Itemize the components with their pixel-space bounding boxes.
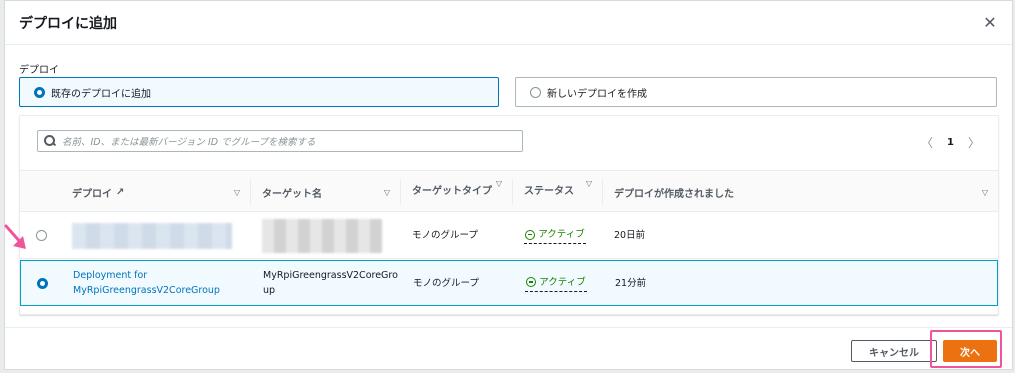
annotation-arrow-icon: [4, 224, 26, 249]
status-ok-icon: [526, 277, 537, 287]
column-label-deployment: デプロイ: [72, 188, 112, 200]
column-header-target-name[interactable]: ターゲット名 ▽: [250, 171, 400, 213]
target-name-cell: MyRpiGreengrassV2CoreGroup: [263, 270, 398, 296]
radio-selected-icon[interactable]: [34, 86, 45, 98]
status-ok-icon: [525, 229, 536, 240]
annotation-highlight-box: [930, 330, 1002, 368]
close-icon[interactable]: ✕: [980, 13, 1000, 33]
deployment-cell: [60, 213, 250, 258]
dialog-title: デプロイに追加: [19, 16, 117, 32]
row-select-cell[interactable]: [26, 213, 60, 258]
column-label-target-name: ターゲット名: [262, 188, 322, 200]
status-text: アクティブ: [539, 276, 586, 288]
deployment-section-label: デプロイ: [19, 65, 59, 76]
column-header-created[interactable]: デプロイが作成されました ▽: [602, 171, 998, 213]
sort-icon[interactable]: ▽: [234, 188, 240, 197]
external-link-icon: ↗: [116, 186, 125, 198]
redacted-target-name: [262, 218, 382, 253]
create-new-label: 新しいデプロイを作成: [547, 88, 647, 100]
status-text: アクティブ: [538, 229, 585, 240]
deployments-table-panel: 名前、ID、または最新バージョン ID でグループを検索する 〈 1 〉 デプロ…: [19, 115, 999, 315]
target-type-cell: モノのグループ: [412, 230, 478, 241]
radio-unselected-icon[interactable]: [530, 86, 541, 98]
column-header-deployment[interactable]: デプロイ ↗ ▽: [60, 171, 250, 213]
status-badge[interactable]: アクティブ: [524, 227, 586, 244]
dialog-header: デプロイに追加 ✕: [5, 1, 1012, 45]
column-header-target-type[interactable]: ターゲットタイプ ▽: [400, 171, 512, 213]
column-label-created: デプロイが作成されました: [614, 188, 734, 200]
chevron-right-icon[interactable]: 〉: [968, 134, 980, 151]
sort-icon[interactable]: ▽: [496, 179, 502, 188]
column-header-status[interactable]: ステータス ▽: [512, 171, 602, 213]
table-header: デプロイ ↗ ▽ ターゲット名 ▽ ターゲットタイプ ▽ ステータス ▽ デプロ…: [20, 170, 998, 212]
sort-icon[interactable]: ▽: [384, 188, 390, 197]
search-icon: [44, 135, 56, 147]
radio-selected-icon[interactable]: [37, 277, 48, 289]
deployment-link[interactable]: Deployment for MyRpiGreengrassV2CoreGrou…: [61, 261, 251, 305]
chevron-left-icon[interactable]: 〈: [921, 134, 933, 151]
page-number[interactable]: 1: [947, 137, 954, 148]
cancel-button[interactable]: キャンセル: [851, 340, 937, 362]
target-name-cell: [250, 213, 400, 258]
table-row[interactable]: モノのグループ アクティブ 20日前: [20, 213, 998, 259]
add-to-existing-deployment-option[interactable]: 既存のデプロイに追加: [19, 77, 499, 107]
sort-icon[interactable]: ▽: [982, 188, 988, 197]
search-placeholder: 名前、ID、または最新バージョン ID でグループを検索する: [62, 137, 316, 148]
table-row-selected[interactable]: Deployment for MyRpiGreengrassV2CoreGrou…: [20, 260, 998, 306]
target-type-cell: モノのグループ: [413, 277, 479, 289]
created-cell: 21分前: [615, 277, 647, 289]
create-new-deployment-option[interactable]: 新しいデプロイを作成: [515, 77, 997, 107]
radio-unselected-icon[interactable]: [36, 230, 47, 241]
column-label-status: ステータス: [524, 186, 574, 197]
column-label-target-type: ターゲットタイプ: [412, 186, 492, 197]
redacted-deployment-name: [72, 222, 232, 249]
pagination: 〈 1 〉: [921, 134, 980, 151]
status-cell: アクティブ: [513, 261, 603, 305]
created-cell: 20日前: [614, 230, 646, 241]
status-badge[interactable]: アクティブ: [525, 275, 587, 292]
add-to-deployment-dialog: デプロイに追加 ✕ デプロイ 既存のデプロイに追加 新しいデプロイを作成 名前、…: [4, 0, 1013, 370]
status-cell: アクティブ: [512, 213, 602, 258]
sort-icon[interactable]: ▽: [586, 179, 592, 188]
dialog-footer: キャンセル 次へ: [5, 327, 1012, 371]
search-input[interactable]: 名前、ID、または最新バージョン ID でグループを検索する: [37, 130, 523, 152]
add-to-existing-label: 既存のデプロイに追加: [51, 88, 151, 100]
row-select-cell[interactable]: [27, 261, 61, 305]
